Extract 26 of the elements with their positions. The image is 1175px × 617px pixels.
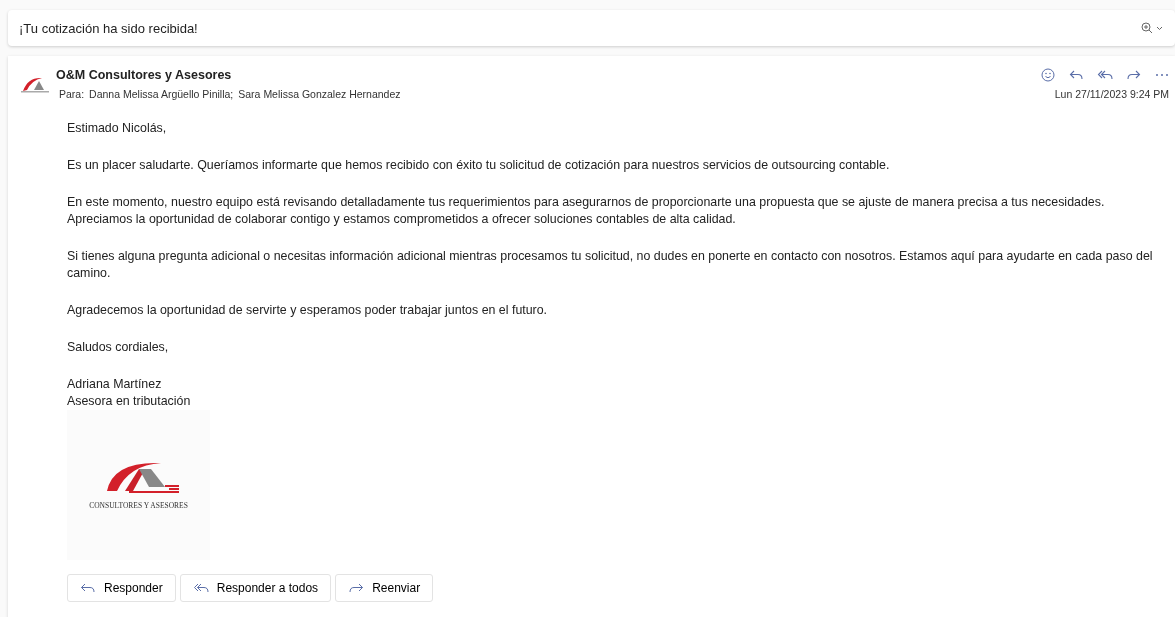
body-paragraph: Estimado Nicolás, (67, 120, 168, 137)
sent-date: Lun 27/11/2023 9:24 PM (1054, 88, 1169, 100)
recipient-name[interactable]: Danna Melissa Argüello Pinilla; (89, 88, 234, 100)
action-button[interactable]: Responder (67, 574, 176, 602)
signature-line: Adriana Martínez (67, 376, 163, 393)
forward-icon[interactable] (1127, 69, 1141, 81)
body-paragraph: Saludos cordiales, (67, 339, 170, 356)
reply-icon[interactable] (1069, 69, 1083, 81)
body-paragraph: Si tienes alguna pregunta adicional o necesitas información adicional mientras procesamos tu solicitud, no dudes en ponerte en contacto con nosotros. Estamos aquí para ayudarte en cada paso del camino. (67, 248, 1154, 282)
emoji-icon[interactable] (1041, 68, 1055, 82)
reply-icon (80, 583, 96, 593)
action-button[interactable]: Reenviar (335, 574, 434, 602)
reply-all-icon[interactable] (1097, 69, 1113, 81)
action-button[interactable]: Responder a todos (179, 574, 332, 602)
body-paragraph: Es un placer saludarte. Queríamos informarte que hemos recibido con éxito tu solicitud de cotización para nuestros servicios de outsourcing contable. (67, 157, 891, 174)
body-paragraph: En este momento, nuestro equipo está revisando detalladamente tus requerimientos para asegurarnos de proporcionarte una propuesta que se ajuste de manera precisa a tus necesidades. Apreciamos la oportunidad de colaborar contigo y estamos comprometidos a ofrecer soluciones contables de alta calidad. (67, 194, 1106, 228)
body-paragraph: Agradecemos la oportunidad de servirte y esperamos poder trabajar juntos en el futuro. (67, 302, 549, 319)
zoom-button[interactable] (1141, 22, 1163, 34)
to-label: Para: (59, 88, 85, 100)
recipient-name[interactable]: Sara Melissa Gonzalez Hernandez (238, 88, 401, 100)
subject-title: ¡Tu cotización ha sido recibida! (19, 20, 198, 36)
forward-icon (348, 583, 365, 593)
reply-all-icon (192, 583, 209, 593)
more-icon[interactable] (1155, 73, 1169, 77)
sender-name: O&M Consultores y Asesores (56, 68, 232, 82)
signature-line: Asesora en tributación (67, 393, 192, 410)
